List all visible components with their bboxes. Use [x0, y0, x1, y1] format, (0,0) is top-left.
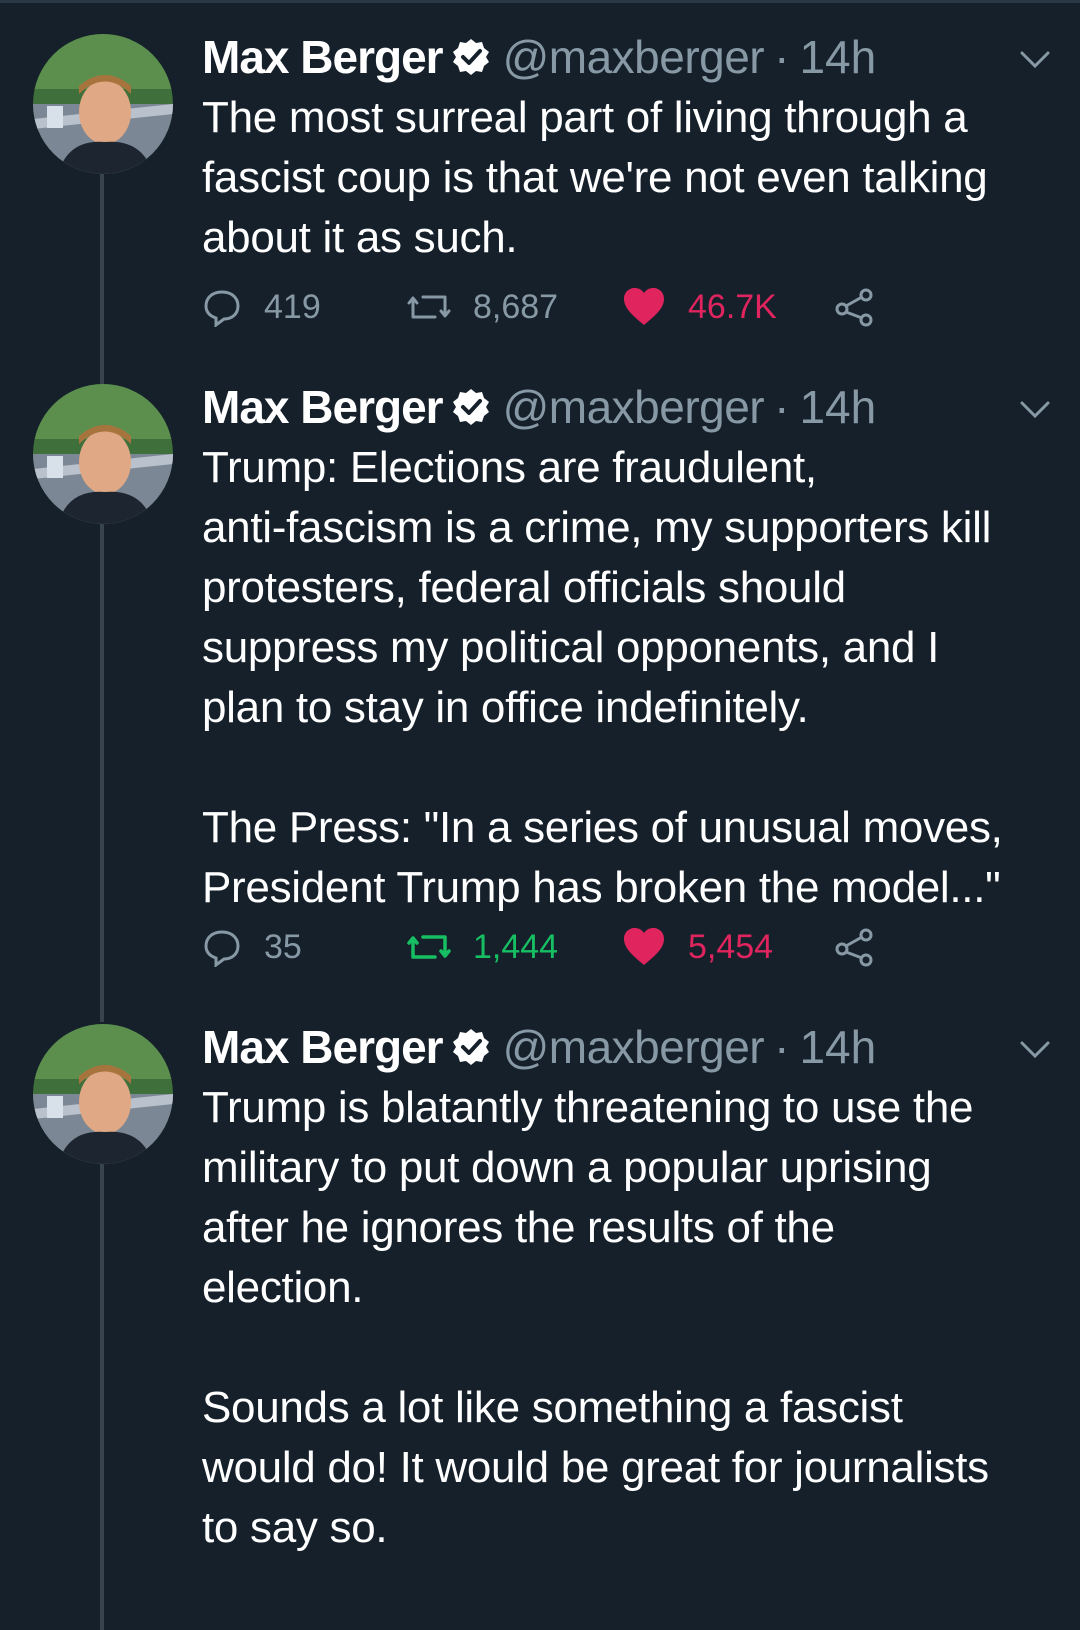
- handle[interactable]: @maxberger: [503, 1020, 765, 1074]
- chevron-down-icon[interactable]: [1018, 1032, 1052, 1066]
- heart-icon: [624, 928, 664, 965]
- top-divider: [0, 0, 1080, 3]
- verified-badge-icon: [452, 389, 489, 425]
- avatar[interactable]: [33, 1024, 173, 1164]
- thread-connector-line: [100, 1162, 104, 1630]
- tweet-header: Max Berger @maxberger · 14h: [202, 380, 1052, 434]
- separator-dot: ·: [774, 381, 790, 433]
- avatar[interactable]: [33, 384, 173, 524]
- heart-icon: [624, 288, 664, 325]
- retweet-icon: [407, 295, 451, 319]
- timestamp[interactable]: 14h: [799, 30, 876, 84]
- retweet-count: 1,444: [473, 927, 559, 966]
- tweet-text: The most surreal part of living through …: [202, 93, 988, 262]
- reply-button[interactable]: 419: [202, 282, 321, 332]
- timestamp[interactable]: 14h: [799, 1020, 876, 1074]
- share-icon: [835, 928, 873, 967]
- tweet-text: Trump: Elections are fraudulent, anti-fa…: [202, 443, 1003, 912]
- share-button[interactable]: [834, 922, 896, 972]
- display-name[interactable]: Max Berger: [202, 380, 444, 434]
- retweet-icon: [407, 935, 451, 959]
- retweet-button[interactable]: 1,444: [407, 922, 558, 972]
- reply-count: 419: [264, 287, 321, 326]
- like-count: 5,454: [688, 927, 774, 966]
- verified-badge-icon: [452, 1029, 489, 1065]
- chevron-down-icon[interactable]: [1018, 392, 1052, 426]
- handle[interactable]: @maxberger: [503, 30, 765, 84]
- like-button[interactable]: 46.7K: [622, 282, 777, 332]
- separator-dot: ·: [774, 1021, 790, 1073]
- display-name[interactable]: Max Berger: [202, 30, 444, 84]
- timestamp[interactable]: 14h: [799, 380, 876, 434]
- tweet-text: Trump is blatantly threatening to use th…: [202, 1083, 989, 1552]
- tweet-thread: Max Berger @maxberger · 14h The most sur…: [0, 0, 1080, 1630]
- reply-icon: [204, 930, 240, 967]
- like-button[interactable]: 5,454: [622, 922, 773, 972]
- retweet-count: 8,687: [473, 287, 559, 326]
- tweet-actions: 35 1,444 5,454: [202, 922, 902, 972]
- reply-icon: [204, 290, 240, 327]
- tweet-header: Max Berger @maxberger · 14h: [202, 1020, 1052, 1074]
- tweet-actions: 419 8,687 46.7K: [202, 282, 902, 332]
- thread-connector-line: [100, 172, 104, 384]
- share-icon: [835, 288, 873, 327]
- share-button[interactable]: [834, 282, 896, 332]
- tweet-header: Max Berger @maxberger · 14h: [202, 30, 1052, 84]
- chevron-down-icon[interactable]: [1018, 42, 1052, 76]
- reply-button[interactable]: 35: [202, 922, 302, 972]
- verified-badge-icon: [452, 39, 489, 75]
- retweet-button[interactable]: 8,687: [407, 282, 558, 332]
- display-name[interactable]: Max Berger: [202, 1020, 444, 1074]
- reply-count: 35: [264, 927, 302, 966]
- handle[interactable]: @maxberger: [503, 380, 765, 434]
- like-count: 46.7K: [688, 287, 777, 326]
- separator-dot: ·: [774, 31, 790, 83]
- thread-connector-line: [100, 522, 104, 1022]
- avatar[interactable]: [33, 34, 173, 174]
